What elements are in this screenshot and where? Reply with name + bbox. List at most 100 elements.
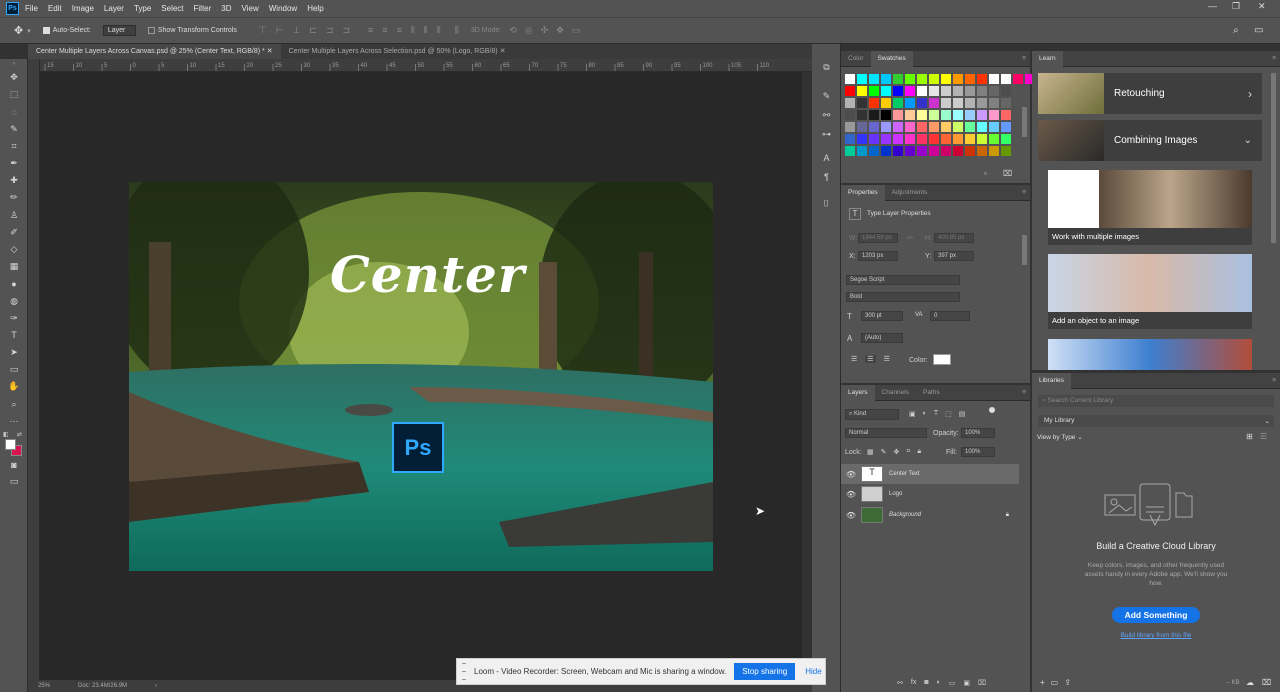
color-swatch[interactable]	[857, 110, 867, 120]
lock-all-icon[interactable]: 🔒︎	[917, 448, 921, 456]
color-swatch[interactable]	[857, 146, 867, 156]
color-swatch[interactable]	[977, 74, 987, 84]
color-swatch[interactable]	[989, 86, 999, 96]
ps-logo-layer[interactable]: Ps	[392, 422, 444, 473]
color-swatch[interactable]	[869, 74, 879, 84]
tutorial-card-partial[interactable]	[1048, 339, 1252, 370]
color-swatch[interactable]	[845, 86, 855, 96]
color-swatch[interactable]	[953, 146, 963, 156]
menu-help[interactable]: Help	[307, 4, 323, 13]
add-something-button[interactable]: Add Something	[1112, 607, 1200, 623]
align-left-icon[interactable]: ⊏	[309, 25, 317, 36]
zoom-level[interactable]: 25%	[38, 683, 50, 689]
color-swatch[interactable]	[881, 110, 891, 120]
crop-tool-icon[interactable]: ⌗	[0, 138, 28, 155]
link-layers-icon[interactable]: ⚯	[897, 679, 903, 687]
library-search-input[interactable]: ⌕ Search Current Library	[1038, 395, 1274, 407]
y-field[interactable]: 397 px	[934, 251, 974, 261]
layer-row-logo[interactable]: 👁︎ Logo	[841, 484, 1019, 504]
visibility-eye-icon[interactable]: 👁︎	[841, 511, 861, 520]
color-swatch[interactable]	[869, 110, 879, 120]
3d-scale-icon[interactable]: ▭	[572, 25, 581, 36]
path-select-tool-icon[interactable]: ➤	[0, 344, 28, 361]
3d-slide-icon[interactable]: ✥	[556, 25, 564, 36]
visibility-eye-icon[interactable]: 👁︎	[841, 470, 861, 479]
3d-drag-icon[interactable]: ✣	[541, 25, 549, 36]
tab-layers[interactable]: Layers	[841, 384, 875, 401]
color-swatch[interactable]	[917, 98, 927, 108]
color-swatch[interactable]	[881, 74, 891, 84]
edit-toolbar-icon[interactable]: ···	[0, 413, 28, 430]
filter-shape-icon[interactable]: ⬚	[945, 410, 952, 418]
color-swatch[interactable]	[989, 134, 999, 144]
color-swatch[interactable]	[989, 146, 999, 156]
trash-icon[interactable]: ⌧	[1003, 169, 1012, 178]
drag-handle-icon[interactable]	[462, 663, 466, 680]
lock-position-icon[interactable]: ✥	[894, 448, 900, 456]
clone-source-icon[interactable]: ⊶	[812, 125, 841, 144]
panel-menu-icon[interactable]: ≡	[1272, 55, 1276, 62]
color-swatch[interactable]	[1001, 134, 1011, 144]
paragraph-icon[interactable]: ¶	[812, 167, 841, 186]
default-colors-icon[interactable]: ◧	[3, 431, 9, 438]
brush-settings-icon[interactable]: ✎	[812, 87, 841, 106]
camera-icon[interactable]: ⌷	[812, 194, 841, 213]
color-swatch[interactable]	[845, 122, 855, 132]
type-tool-icon[interactable]: T	[0, 327, 28, 344]
workspace-icon[interactable]: ▭	[1254, 25, 1263, 36]
color-swatch[interactable]	[917, 110, 927, 120]
color-swatch[interactable]	[893, 122, 903, 132]
link-icon[interactable]: ⚯	[907, 234, 913, 242]
tracking-field[interactable]: 0	[930, 311, 970, 321]
font-size-field[interactable]: 300 pt	[861, 311, 903, 321]
color-swatch[interactable]	[1001, 86, 1011, 96]
color-swatch[interactable]	[929, 86, 939, 96]
trash-icon[interactable]: ⌧	[1262, 678, 1271, 687]
panel-menu-icon[interactable]: ≡	[1272, 377, 1276, 384]
hide-button[interactable]: Hide	[805, 667, 821, 676]
screen-mode-icon[interactable]: ▭	[0, 473, 28, 490]
history-icon[interactable]: ⧉	[812, 58, 841, 77]
color-swatch[interactable]	[977, 110, 987, 120]
align-right-text-icon[interactable]: ☰	[884, 355, 890, 363]
auto-align-icon[interactable]: ⫼	[455, 25, 459, 36]
color-swatch[interactable]	[893, 74, 903, 84]
3d-orbit-icon[interactable]: ⟲	[509, 25, 517, 36]
color-swatch[interactable]	[965, 110, 975, 120]
minimize-button[interactable]: —	[1208, 1, 1217, 11]
add-mask-icon[interactable]: ◙	[924, 679, 928, 686]
learn-item-combining[interactable]: Combining Images ⌄	[1038, 120, 1262, 161]
lasso-tool-icon[interactable]: ◌	[0, 103, 28, 120]
brush-tool-icon[interactable]: ✏	[0, 189, 28, 206]
close-icon[interactable]: ✕	[267, 48, 273, 55]
color-swatch[interactable]	[845, 146, 855, 156]
color-swatch[interactable]	[857, 74, 867, 84]
auto-select-dropdown[interactable]: Layer	[102, 25, 136, 36]
trash-icon[interactable]: ⌧	[978, 679, 986, 687]
color-swatch[interactable]	[905, 86, 915, 96]
color-swatch[interactable]	[893, 86, 903, 96]
add-icon[interactable]: +	[1040, 678, 1045, 687]
filter-adjustment-icon[interactable]: ◐	[923, 410, 927, 418]
distribute-vcenter-icon[interactable]: ≡	[382, 25, 387, 36]
color-swatch[interactable]	[917, 74, 927, 84]
color-swatch[interactable]	[881, 134, 891, 144]
library-dropdown[interactable]: My Library ⌄	[1038, 415, 1274, 427]
filter-type-icon[interactable]: T	[934, 410, 938, 418]
blend-mode-dropdown[interactable]: Normal	[845, 428, 927, 438]
height-field[interactable]: 400.85 px	[934, 233, 974, 243]
color-swatch[interactable]	[941, 110, 951, 120]
color-swatch[interactable]	[1001, 74, 1011, 84]
fx-icon[interactable]: fx	[911, 679, 916, 686]
align-center-text-icon[interactable]: ☰	[865, 355, 876, 363]
color-swatch[interactable]	[989, 122, 999, 132]
distribute-right-icon[interactable]: ⦀	[437, 25, 441, 36]
tab-paths[interactable]: Paths	[916, 385, 947, 401]
swatches-scrollbar[interactable]	[1022, 107, 1027, 137]
layer-row-center-text[interactable]: 👁︎ T Center Text	[841, 464, 1019, 484]
leading-field[interactable]: (Auto)	[861, 333, 903, 343]
color-swatch[interactable]	[893, 146, 903, 156]
color-swatch[interactable]	[881, 98, 891, 108]
list-view-icon[interactable]: ☰	[1260, 432, 1267, 441]
search-icon[interactable]: ⌕	[1233, 25, 1239, 36]
